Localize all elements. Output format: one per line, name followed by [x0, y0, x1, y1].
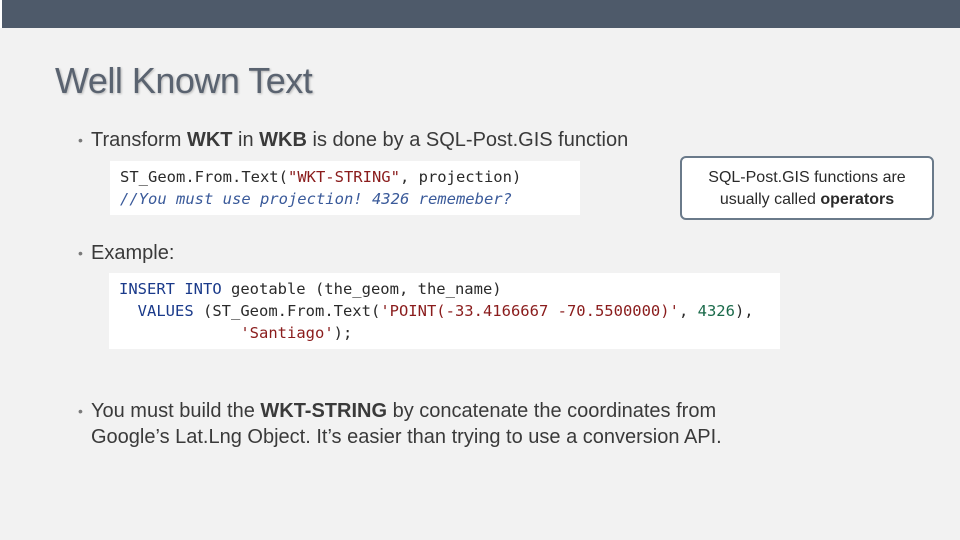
- bullet-example: • Example:: [78, 240, 174, 266]
- slide-title: Well Known Text: [55, 60, 313, 101]
- bullet-dot: •: [78, 245, 83, 261]
- code-block-insert-example: INSERT INTO geotable (the_geom, the_name…: [109, 273, 780, 349]
- bullet-transform: • Transform WKT in WKB is done by a SQL-…: [78, 127, 628, 153]
- code-line: 'Santiago');: [240, 324, 353, 342]
- callout-line-1: SQL-Post.GIS functions are: [708, 169, 906, 186]
- code-line: ST_Geom.From.Text("WKT-STRING", projecti…: [120, 168, 522, 186]
- bullet-wkt-string: • You must build the WKT-STRING by conca…: [78, 398, 722, 450]
- bullet-transform-text: Transform WKT in WKB is done by a SQL-Po…: [91, 129, 629, 151]
- bullet-dot: •: [78, 132, 83, 148]
- operators-callout: SQL-Post.GIS functions are usually calle…: [680, 156, 934, 220]
- bullet-dot: •: [78, 403, 83, 419]
- bullet-example-text: Example:: [91, 242, 175, 264]
- top-bar-edge: [0, 0, 2, 28]
- code-comment: //You must use projection! 4326 rememebe…: [120, 190, 512, 208]
- code-block-geom-from-text: ST_Geom.From.Text("WKT-STRING", projecti…: [110, 161, 580, 215]
- code-line: VALUES (ST_Geom.From.Text('POINT(-33.416…: [137, 302, 754, 320]
- bullet-wkt-string-text: You must build the WKT-STRING by concate…: [91, 400, 722, 448]
- code-line: INSERT INTO geotable (the_geom, the_name…: [119, 280, 502, 298]
- top-bar: [0, 0, 960, 28]
- callout-line-2: usually called operators: [719, 191, 895, 208]
